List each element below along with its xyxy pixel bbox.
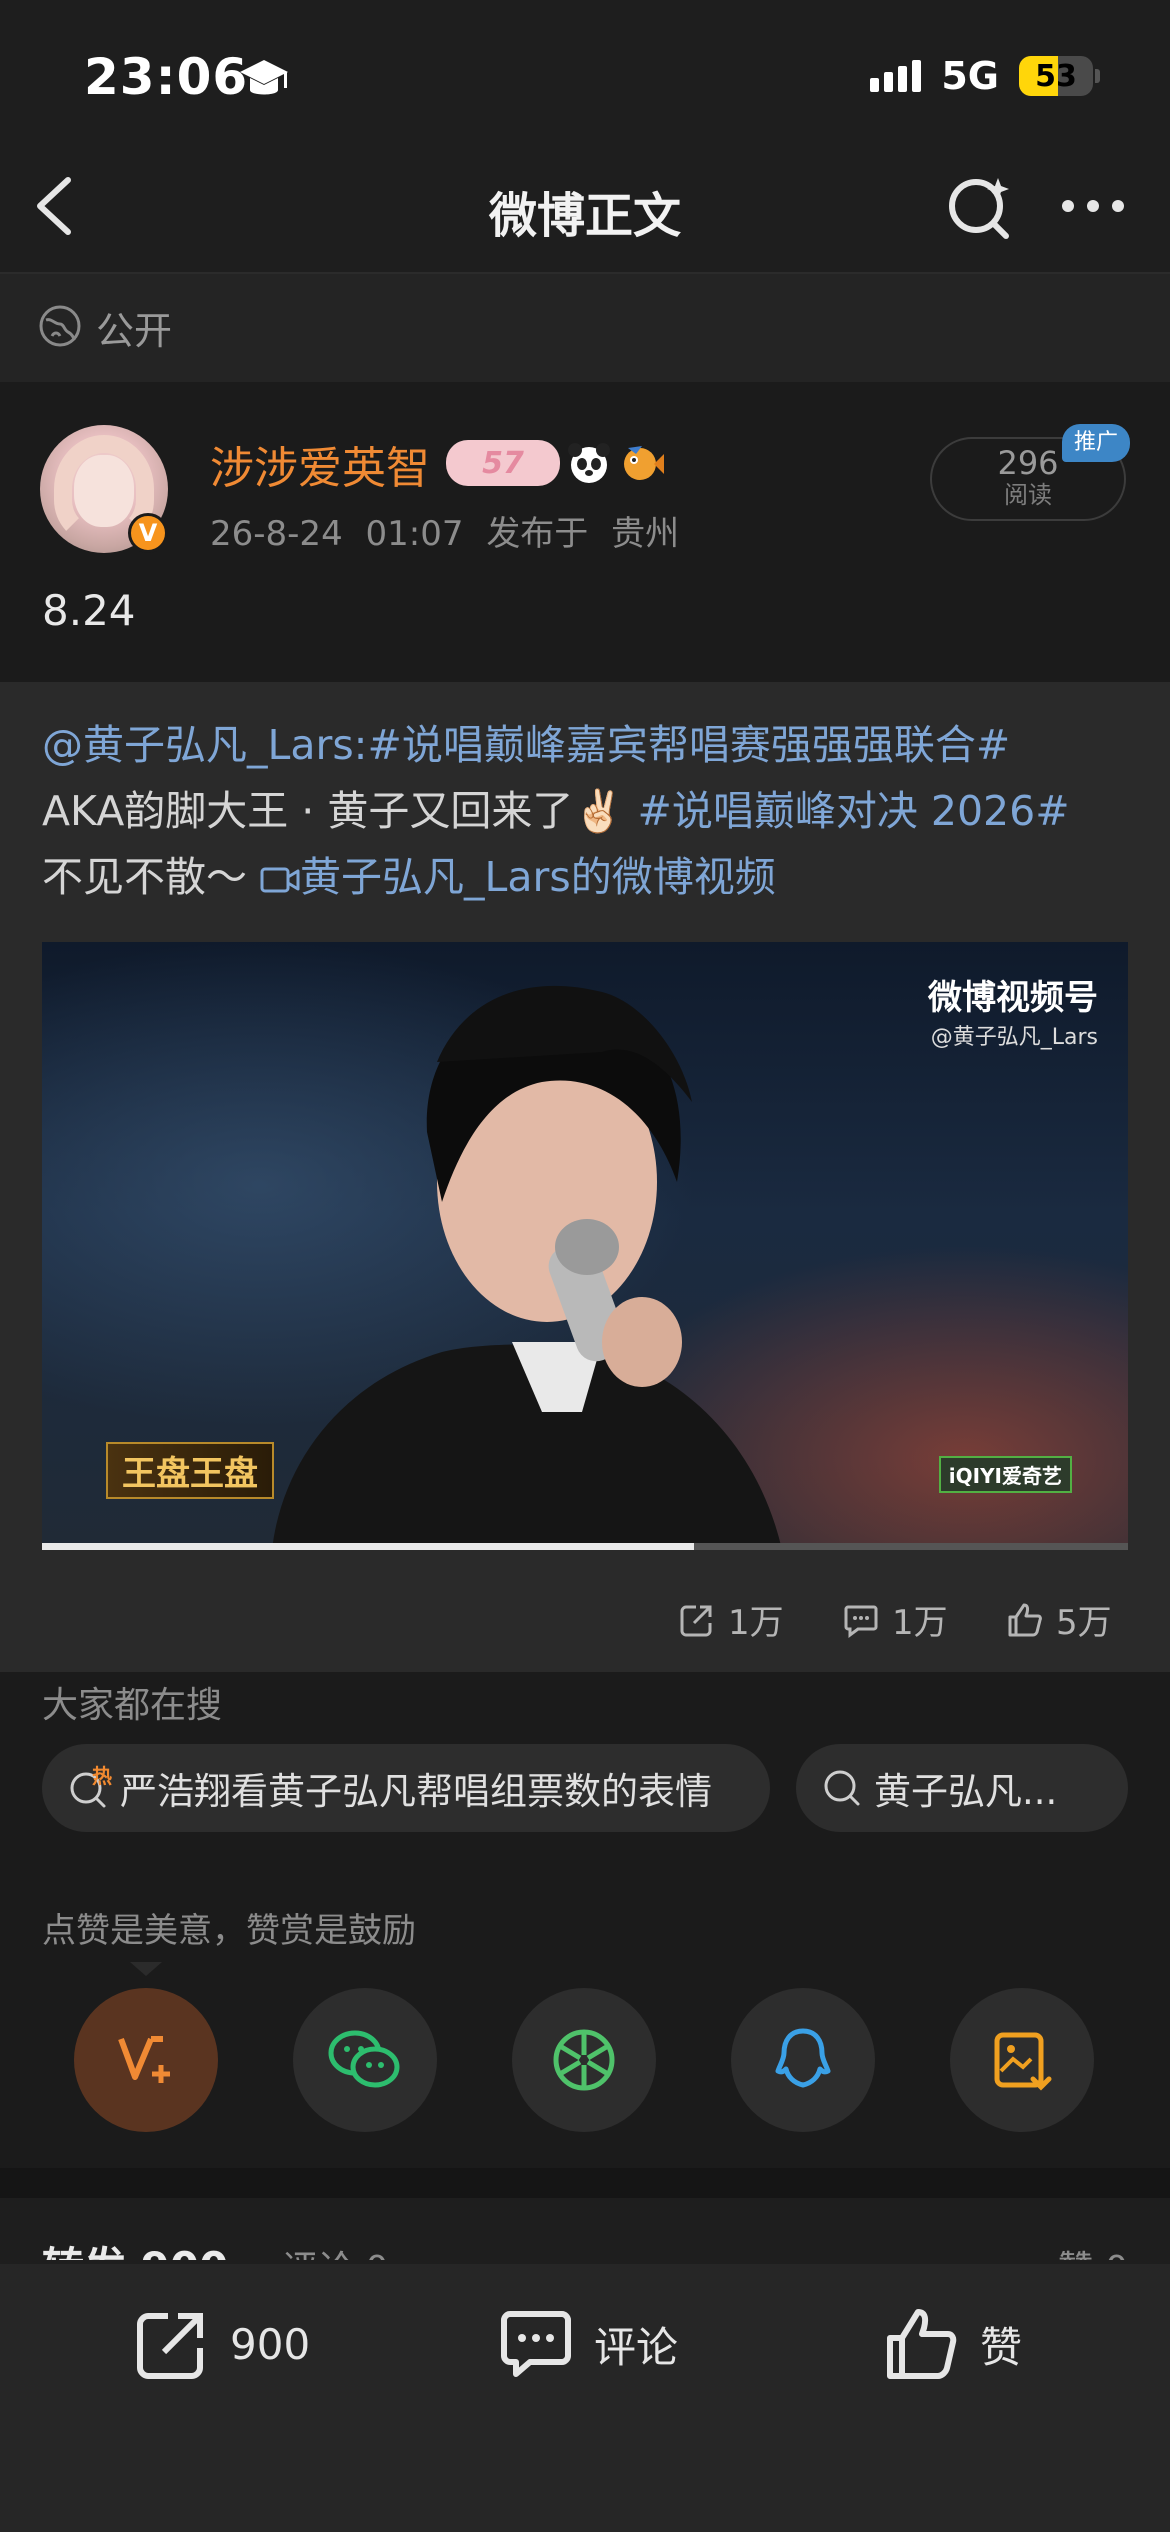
comments-count: 1万 — [892, 1603, 948, 1643]
topic-link-2[interactable]: #说唱巅峰对决 2026# — [637, 787, 1069, 835]
member-badge-icon: 57 — [446, 440, 560, 486]
trending-search-item[interactable]: 黄子弘凡... — [796, 1744, 1128, 1832]
battery-icon: 53 — [1019, 56, 1100, 96]
repost-comments[interactable]: 1万 — [842, 1595, 948, 1644]
victory-emoji: ✌🏻 — [573, 787, 625, 835]
share-icon — [680, 1605, 712, 1636]
promote-badge[interactable]: 推广 — [1062, 424, 1130, 462]
video-progress-bar[interactable] — [42, 1543, 1128, 1550]
like-icon — [887, 2309, 957, 2379]
post-location: 发布于 贵州 — [486, 514, 680, 554]
section-gap — [0, 2168, 1170, 2198]
username[interactable]: 涉涉爱英智 — [210, 432, 430, 496]
video-watermark-handle: @黄子弘凡_Lars — [930, 1025, 1098, 1050]
wechat-share-button[interactable] — [293, 1988, 437, 2132]
repost-text: @黄子弘凡_Lars:#说唱巅峰嘉宾帮唱赛强强强联合# AKA韵脚大王 · 黄子… — [42, 712, 1132, 914]
tab-like[interactable]: 赞 0 — [1058, 2240, 1128, 2260]
video-watermark-brand: 微博视频号 — [928, 978, 1098, 1018]
like-icon — [1008, 1603, 1042, 1636]
repost-body-1: AKA韵脚大王 · 黄子又回来了 — [42, 787, 574, 835]
trending-title: 大家都在搜 — [42, 1685, 223, 1726]
topic-link[interactable]: #说唱巅峰嘉宾帮唱赛强强强联合# — [368, 721, 1011, 769]
shares-count: 1万 — [728, 1603, 784, 1643]
fish-icon — [618, 440, 664, 486]
trending-item-text: 黄子弘凡... — [874, 1770, 1058, 1813]
moments-share-button[interactable] — [512, 1988, 656, 2132]
graduation-cap-icon — [236, 52, 292, 108]
iqiyi-logo: iQIYI爱奇艺 — [938, 1456, 1072, 1493]
visibility-label: 公开 — [96, 309, 173, 353]
forward-count: 900 — [230, 2319, 311, 2369]
video-caption-badge: 王盘王盘 — [106, 1442, 274, 1499]
reward-icon — [118, 2036, 170, 2083]
globe-icon — [38, 304, 82, 348]
like-label: 赞 — [980, 2322, 1023, 2372]
likes-count: 5万 — [1056, 1603, 1112, 1643]
visibility-bar — [0, 274, 1170, 382]
moments-icon — [553, 2029, 615, 2091]
comment-icon — [501, 2311, 571, 2377]
comment-label: 评论 — [594, 2322, 679, 2372]
qq-share-button[interactable] — [731, 1988, 875, 2132]
trending-item-text: 严浩翔看黄子弘凡帮唱组票数的表情 — [120, 1770, 712, 1813]
repost-likes[interactable]: 5万 — [1006, 1595, 1112, 1644]
repost-shares[interactable]: 1万 — [678, 1595, 784, 1644]
network-type: 5G — [941, 54, 999, 98]
like-button[interactable]: 赞 — [884, 2306, 1022, 2382]
search-icon — [820, 1766, 864, 1810]
bottom-action-bar — [0, 2264, 1170, 2532]
share-icon — [137, 2313, 203, 2379]
repost-body-2: 不见不散～ — [42, 853, 247, 901]
comment-button[interactable]: 评论 — [498, 2306, 678, 2382]
hot-search-icon: 热 — [66, 1764, 112, 1810]
forward-button[interactable]: 900 — [134, 2306, 310, 2382]
qq-icon — [775, 2028, 831, 2088]
reward-button[interactable] — [74, 1988, 218, 2132]
tooltip-pointer — [130, 1962, 162, 1976]
signal-icon — [870, 60, 922, 92]
panda-icon — [566, 440, 612, 486]
battery-level: 53 — [1035, 58, 1077, 94]
wechat-icon — [328, 2030, 400, 2088]
mention-link[interactable]: @黄子弘凡_Lars: — [42, 721, 368, 769]
verified-badge-icon: V — [128, 513, 168, 553]
post-meta: 26-8-24 01:07 发布于 贵州 — [210, 506, 679, 555]
save-image-icon — [994, 2032, 1052, 2091]
status-time: 23:06 — [84, 48, 249, 106]
more-options-icon[interactable] — [1058, 196, 1128, 216]
member-badge-text: 57 — [482, 445, 524, 481]
hot-tag: 热 — [92, 1764, 112, 1788]
read-label: 阅读 — [1004, 481, 1052, 509]
video-link[interactable]: 黄子弘凡_Lars的微博视频 — [300, 853, 776, 901]
search-icon[interactable] — [946, 172, 1016, 242]
tabs-row: 转发 900 评论 0 赞 0 — [0, 2198, 1170, 2260]
trending-search-item[interactable]: 热 严浩翔看黄子弘凡帮唱组票数的表情 — [42, 1744, 770, 1832]
tab-comment[interactable]: 评论 0 — [282, 2240, 388, 2260]
video-link-icon — [260, 848, 300, 914]
save-image-button[interactable] — [950, 1988, 1094, 2132]
post-text: 8.24 — [42, 586, 136, 635]
tab-forward[interactable]: 转发 900 — [42, 2234, 228, 2260]
post-date: 26-8-24 01:07 — [210, 514, 464, 554]
reward-caption: 点赞是美意，赞赏是鼓励 — [42, 1911, 416, 1951]
comment-icon — [844, 1605, 878, 1638]
video-player[interactable]: 微博视频号 @黄子弘凡_Lars 王盘王盘 iQIYI爱奇艺 — [42, 942, 1128, 1550]
status-indicators: 5G 53 — [870, 54, 1100, 98]
